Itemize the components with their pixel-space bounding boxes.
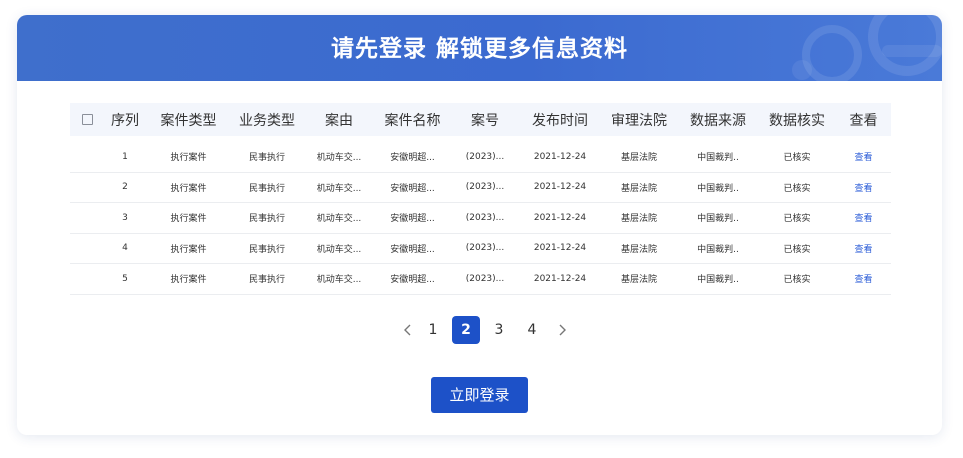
cell-data-source: 中国裁判.. bbox=[697, 183, 739, 194]
chevron-right-icon bbox=[559, 324, 566, 336]
cell-verification: 已核实 bbox=[783, 244, 811, 255]
chevron-left-icon bbox=[404, 324, 411, 336]
cell-verification: 已核实 bbox=[783, 275, 811, 286]
header-case-type: 案件类型 bbox=[160, 112, 217, 129]
cell-case-number: (2023)... bbox=[465, 243, 505, 254]
cell-case-name: 安徽明超... bbox=[390, 275, 435, 286]
next-page-button[interactable] bbox=[551, 316, 573, 344]
view-link[interactable]: 查看 bbox=[836, 211, 891, 224]
header-publish-time: 发布时间 bbox=[532, 112, 588, 129]
cell-case-type: 执行案件 bbox=[170, 244, 207, 255]
login-prompt-card: 请先登录 解锁更多信息资料 序列 案件类型 业务类型 案由 案件名称 案号 发布… bbox=[17, 15, 942, 435]
table-row: 2 执行案件 民事执行 机动车交... 安徽明超... (2023)... 20… bbox=[70, 173, 891, 203]
cell-index: 4 bbox=[122, 243, 128, 254]
cell-cause: 机动车交... bbox=[316, 275, 362, 286]
table-row: 1 执行案件 民事执行 机动车交... 安徽明超... (2023)... 20… bbox=[70, 142, 891, 173]
case-table: 序列 案件类型 业务类型 案由 案件名称 案号 发布时间 审理法院 数据来源 数… bbox=[70, 103, 891, 295]
cell-court: 基层法院 bbox=[620, 214, 657, 225]
header-cause: 案由 bbox=[325, 112, 353, 129]
cell-court: 基层法院 bbox=[620, 153, 657, 164]
page-2-button-current[interactable]: 2 bbox=[452, 316, 480, 344]
cell-case-number: (2023)... bbox=[465, 212, 505, 223]
header-data-source: 数据来源 bbox=[690, 112, 746, 129]
table-body: 1 执行案件 民事执行 机动车交... 安徽明超... (2023)... 20… bbox=[70, 142, 891, 295]
cell-index: 1 bbox=[122, 151, 128, 162]
view-link[interactable]: 查看 bbox=[836, 181, 891, 194]
view-link[interactable]: 查看 bbox=[836, 242, 891, 255]
cell-case-type: 执行案件 bbox=[170, 275, 207, 286]
cell-business-type: 民事执行 bbox=[248, 275, 285, 286]
table-row: 5 执行案件 民事执行 机动车交... 安徽明超... (2023)... 20… bbox=[70, 264, 891, 295]
cell-court: 基层法院 bbox=[620, 275, 657, 286]
cell-index: 2 bbox=[122, 182, 128, 193]
login-button[interactable]: 立即登录 bbox=[431, 377, 528, 413]
cell-verification: 已核实 bbox=[783, 183, 811, 194]
cell-case-type: 执行案件 bbox=[170, 153, 207, 164]
view-link[interactable]: 查看 bbox=[836, 150, 891, 163]
cell-publish-time: 2021-12-24 bbox=[533, 212, 587, 223]
header-view: 查看 bbox=[849, 112, 878, 129]
cell-case-number: (2023)... bbox=[465, 273, 505, 284]
header-case-name: 案件名称 bbox=[384, 112, 441, 129]
cell-publish-time: 2021-12-24 bbox=[533, 273, 587, 284]
view-link[interactable]: 查看 bbox=[836, 272, 891, 285]
prev-page-button[interactable] bbox=[397, 316, 419, 344]
cell-business-type: 民事执行 bbox=[248, 244, 285, 255]
cell-cause: 机动车交... bbox=[316, 183, 362, 194]
cell-case-name: 安徽明超... bbox=[390, 244, 435, 255]
header-verification: 数据核实 bbox=[769, 112, 825, 129]
page-1-button[interactable]: 1 bbox=[419, 316, 447, 344]
table-row: 4 执行案件 民事执行 机动车交... 安徽明超... (2023)... 20… bbox=[70, 234, 891, 264]
banner-title: 请先登录 解锁更多信息资料 bbox=[330, 36, 628, 62]
cell-business-type: 民事执行 bbox=[248, 214, 285, 225]
pagination: 1 2 3 4 bbox=[397, 316, 573, 344]
cell-index: 5 bbox=[122, 273, 128, 284]
cell-case-name: 安徽明超... bbox=[390, 153, 435, 164]
select-all-checkbox[interactable] bbox=[81, 114, 93, 125]
header-case-number: 案号 bbox=[471, 112, 499, 129]
table-header: 序列 案件类型 业务类型 案由 案件名称 案号 发布时间 审理法院 数据来源 数… bbox=[70, 103, 891, 136]
cell-index: 3 bbox=[122, 212, 128, 223]
cell-case-name: 安徽明超... bbox=[390, 214, 435, 225]
cell-business-type: 民事执行 bbox=[248, 153, 285, 164]
cell-court: 基层法院 bbox=[620, 244, 657, 255]
cell-cause: 机动车交... bbox=[316, 214, 362, 225]
cell-case-number: (2023)... bbox=[465, 151, 505, 162]
cell-verification: 已核实 bbox=[783, 153, 811, 164]
page-3-button[interactable]: 3 bbox=[485, 316, 513, 344]
table-row: 3 执行案件 民事执行 机动车交... 安徽明超... (2023)... 20… bbox=[70, 203, 891, 234]
header-business-type: 业务类型 bbox=[239, 112, 295, 129]
cell-publish-time: 2021-12-24 bbox=[533, 243, 587, 254]
cell-case-type: 执行案件 bbox=[170, 183, 207, 194]
cell-publish-time: 2021-12-24 bbox=[533, 182, 587, 193]
cell-data-source: 中国裁判.. bbox=[697, 214, 739, 225]
header-index: 序列 bbox=[111, 112, 139, 129]
cell-cause: 机动车交... bbox=[316, 153, 362, 164]
header-court: 审理法院 bbox=[611, 112, 667, 129]
page-4-button[interactable]: 4 bbox=[518, 316, 546, 344]
cell-case-name: 安徽明超... bbox=[390, 183, 435, 194]
cell-business-type: 民事执行 bbox=[248, 183, 285, 194]
cell-data-source: 中国裁判.. bbox=[697, 275, 739, 286]
cell-case-number: (2023)... bbox=[465, 182, 505, 193]
cell-data-source: 中国裁判.. bbox=[697, 153, 739, 164]
cell-case-type: 执行案件 bbox=[170, 214, 207, 225]
cell-cause: 机动车交... bbox=[316, 244, 362, 255]
cell-publish-time: 2021-12-24 bbox=[533, 151, 587, 162]
select-all-cell bbox=[70, 114, 104, 125]
banner: 请先登录 解锁更多信息资料 bbox=[17, 15, 942, 81]
cell-data-source: 中国裁判.. bbox=[697, 244, 739, 255]
cell-court: 基层法院 bbox=[620, 183, 657, 194]
cell-verification: 已核实 bbox=[783, 214, 811, 225]
